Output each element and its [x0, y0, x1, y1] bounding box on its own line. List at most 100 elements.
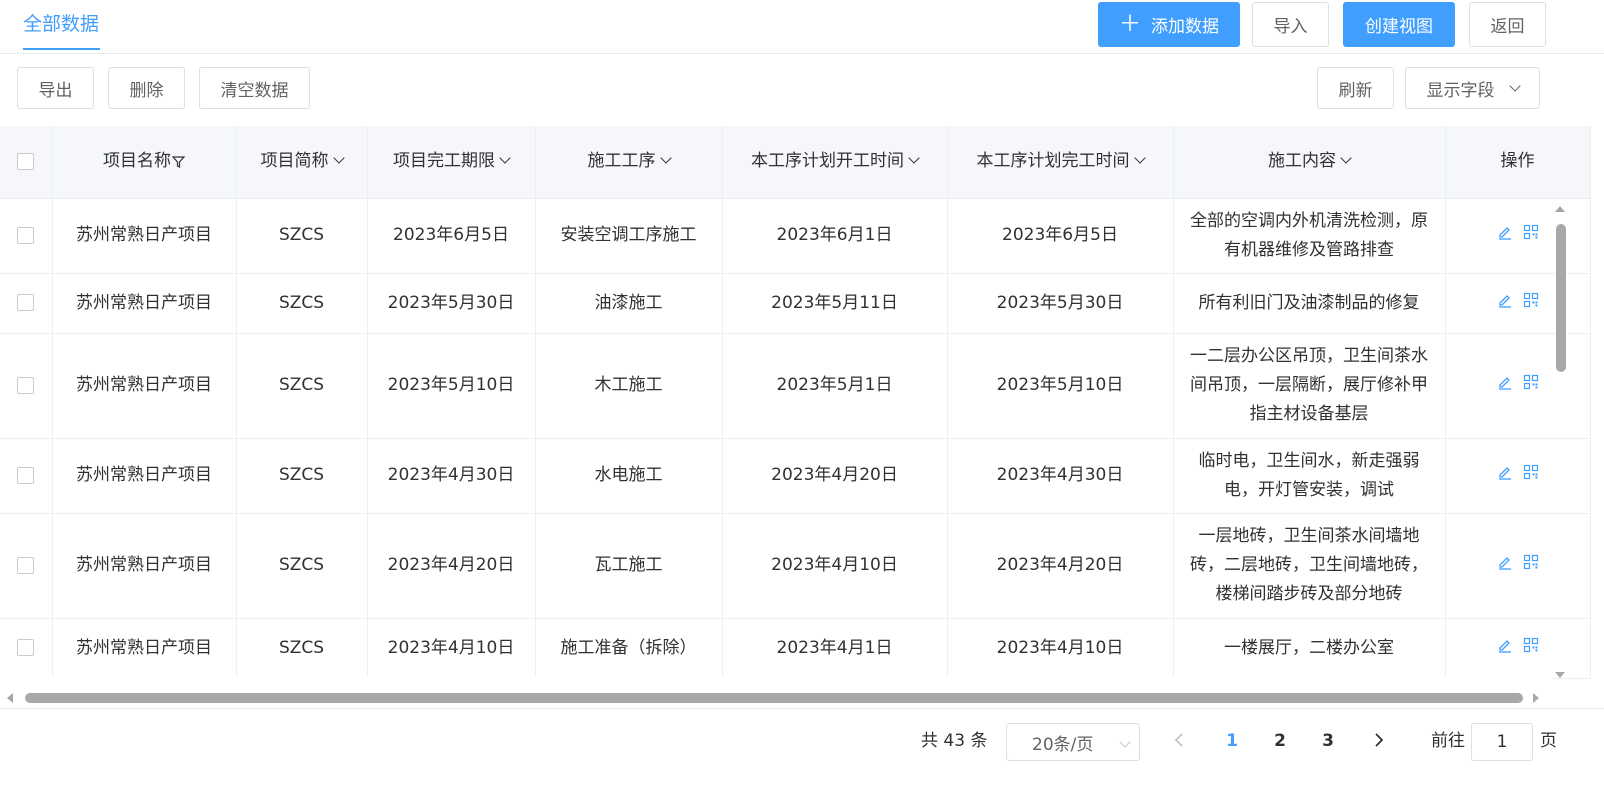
scroll-thumb[interactable] — [25, 693, 1523, 703]
row-checkbox[interactable] — [17, 639, 35, 656]
cell-project-name: 苏州常熟日产项目 — [52, 438, 237, 514]
column-header[interactable]: 项目简称 — [236, 126, 368, 199]
row-select-cell — [0, 618, 53, 679]
cell-actions — [1445, 273, 1591, 334]
add-data-label: 添加数据 — [1151, 17, 1219, 37]
chevron-right-icon[interactable] — [1373, 733, 1385, 747]
row-checkbox[interactable] — [17, 376, 35, 394]
column-header[interactable]: 施工内容 — [1173, 126, 1446, 199]
cell-deadline: 2023年5月30日 — [367, 273, 536, 334]
table-row: 苏州常熟日产项目 SZCS 2023年4月30日 水电施工 2023年4月20日… — [0, 438, 1591, 514]
column-header[interactable]: 项目名称 — [52, 126, 237, 199]
page-2[interactable]: 2 — [1265, 729, 1295, 753]
chevron-left-icon[interactable] — [1173, 733, 1185, 747]
column-header[interactable]: 本工序计划开工时间 — [722, 126, 948, 199]
qrcode-icon[interactable] — [1523, 374, 1539, 390]
edit-icon[interactable] — [1497, 637, 1513, 653]
chevron-down-icon[interactable] — [1133, 152, 1146, 164]
cell-actions — [1445, 513, 1591, 619]
chevron-down-icon[interactable] — [332, 152, 345, 164]
display-fields-dropdown[interactable]: 显示字段 — [1405, 67, 1540, 109]
tab-all-data[interactable]: 全部数据 — [23, 10, 99, 38]
table-row: 苏州常熟日产项目 SZCS 2023年5月10日 木工施工 2023年5月1日 … — [0, 333, 1591, 439]
top-bar: 全部数据 ＋ 添加数据 导入 创建视图 返回 — [0, 0, 1604, 54]
scroll-thumb[interactable] — [1556, 224, 1566, 372]
cell-start-date: 2023年6月1日 — [722, 198, 948, 274]
toolbar: 导出 删除 清空数据 刷新 显示字段 — [0, 54, 1604, 124]
row-checkbox[interactable] — [17, 466, 35, 484]
page-size-select[interactable]: 20条/页 — [1006, 723, 1140, 761]
qrcode-icon[interactable] — [1523, 224, 1539, 240]
edit-icon[interactable] — [1497, 464, 1513, 480]
add-data-button[interactable]: ＋ 添加数据 — [1098, 2, 1240, 47]
display-fields-label: 显示字段 — [1426, 80, 1495, 101]
import-button[interactable]: 导入 — [1252, 2, 1329, 47]
cell-process: 木工施工 — [535, 333, 723, 439]
cell-deadline: 2023年4月20日 — [367, 513, 536, 619]
scroll-down-icon[interactable] — [1555, 672, 1565, 678]
refresh-button[interactable]: 刷新 — [1317, 67, 1394, 109]
cell-project-name: 苏州常熟日产项目 — [52, 513, 237, 619]
horizontal-scrollbar[interactable] — [0, 689, 1552, 707]
cell-end-date: 2023年4月10日 — [947, 618, 1174, 679]
cell-start-date: 2023年5月1日 — [722, 333, 948, 439]
edit-icon[interactable] — [1497, 374, 1513, 390]
qrcode-icon[interactable] — [1523, 464, 1539, 480]
chevron-down-icon — [1119, 736, 1131, 748]
cell-end-date: 2023年4月20日 — [947, 513, 1174, 619]
create-view-button[interactable]: 创建视图 — [1343, 2, 1455, 47]
cell-actions — [1445, 438, 1591, 514]
select-all-checkbox[interactable] — [17, 152, 35, 170]
export-button[interactable]: 导出 — [17, 67, 94, 109]
qrcode-icon[interactable] — [1523, 637, 1539, 653]
delete-button[interactable]: 删除 — [108, 67, 185, 109]
column-header[interactable]: 本工序计划完工时间 — [947, 126, 1174, 199]
filter-icon[interactable] — [171, 155, 186, 168]
goto-label: 前往 — [1431, 731, 1465, 751]
cell-end-date: 2023年5月30日 — [947, 273, 1174, 334]
page-size-label: 20条/页 — [1032, 734, 1094, 755]
cell-short-name: SZCS — [236, 273, 368, 334]
page-3[interactable]: 3 — [1313, 729, 1343, 753]
row-select-cell — [0, 333, 53, 439]
page-1[interactable]: 1 — [1217, 729, 1247, 753]
scroll-right-icon[interactable] — [1533, 693, 1539, 703]
cell-project-name: 苏州常熟日产项目 — [52, 198, 237, 274]
chevron-down-icon[interactable] — [908, 152, 920, 164]
column-header-label: 项目完工期限 — [393, 151, 495, 172]
row-checkbox[interactable] — [17, 294, 35, 311]
qrcode-icon[interactable] — [1523, 292, 1539, 308]
edit-icon[interactable] — [1497, 554, 1513, 570]
scroll-up-icon[interactable] — [1555, 206, 1565, 212]
chevron-down-icon[interactable] — [659, 152, 672, 164]
cell-content: 一层地砖，卫生间茶水间墙地砖，二层地砖，卫生间墙地砖，楼梯间踏步砖及部分地砖 — [1173, 513, 1446, 619]
cell-project-name: 苏州常熟日产项目 — [52, 618, 237, 679]
edit-icon[interactable] — [1497, 292, 1513, 308]
qrcode-icon[interactable] — [1523, 554, 1539, 570]
vertical-scrollbar[interactable] — [1553, 200, 1567, 680]
page-suffix: 页 — [1540, 731, 1557, 751]
chevron-down-icon[interactable] — [499, 152, 511, 164]
pagination: 共 43 条 20条/页 1 2 3 前往 1 页 — [0, 708, 1604, 787]
chevron-down-icon[interactable] — [1340, 152, 1352, 164]
cell-end-date: 2023年6月5日 — [947, 198, 1174, 274]
cell-process: 油漆施工 — [535, 273, 723, 334]
scroll-left-icon[interactable] — [7, 693, 13, 703]
cell-end-date: 2023年4月30日 — [947, 438, 1174, 514]
row-checkbox[interactable] — [17, 556, 35, 574]
column-header[interactable]: 项目完工期限 — [367, 126, 536, 199]
edit-icon[interactable] — [1497, 224, 1513, 240]
clear-data-button[interactable]: 清空数据 — [199, 67, 310, 109]
table-row: 苏州常熟日产项目 SZCS 2023年6月5日 安装空调工序施工 2023年6月… — [0, 198, 1591, 274]
cell-short-name: SZCS — [236, 618, 368, 679]
row-checkbox[interactable] — [17, 226, 35, 244]
back-button[interactable]: 返回 — [1469, 2, 1546, 47]
cell-content: 临时电，卫生间水，新走强弱电，开灯管安装，调试 — [1173, 438, 1446, 514]
cell-short-name: SZCS — [236, 198, 368, 274]
cell-start-date: 2023年4月1日 — [722, 618, 948, 679]
column-header-label: 施工工序 — [587, 151, 656, 172]
column-header[interactable]: 施工工序 — [535, 126, 723, 199]
cell-process: 瓦工施工 — [535, 513, 723, 619]
table-row: 苏州常熟日产项目 SZCS 2023年5月30日 油漆施工 2023年5月11日… — [0, 273, 1591, 334]
goto-page-input[interactable]: 1 — [1471, 723, 1533, 761]
